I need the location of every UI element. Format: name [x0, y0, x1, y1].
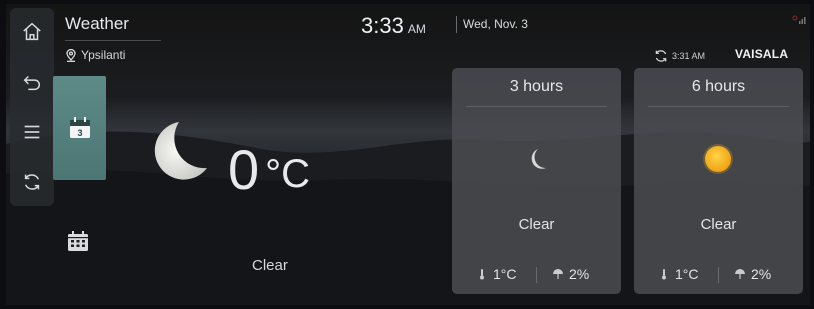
- current-temperature: 0 °C: [228, 142, 310, 200]
- current-condition: Clear: [252, 257, 288, 274]
- location-name: Ypsilanti: [81, 48, 126, 62]
- forecast-card-6h[interactable]: 6 hours Clear 1°C 2%: [634, 68, 803, 294]
- forecast-precip: 2%: [734, 266, 771, 282]
- current-temperature-value: 0: [228, 138, 260, 201]
- title-divider: [65, 40, 161, 41]
- forecast-temp-value: 1°C: [493, 266, 517, 282]
- details-divider: [536, 267, 537, 283]
- sync-icon: [655, 50, 667, 62]
- refresh-button[interactable]: [18, 168, 46, 196]
- home-icon: [23, 22, 41, 41]
- umbrella-icon: [553, 269, 563, 279]
- updated-time: 3:31 AM: [672, 51, 706, 61]
- clock-time: 3:33: [361, 13, 404, 38]
- home-button[interactable]: [18, 18, 46, 46]
- forecast-temp-value: 1°C: [675, 266, 699, 282]
- details-divider: [718, 267, 719, 283]
- forecast-period: 3 hours: [509, 78, 564, 95]
- moon-icon: [531, 149, 546, 169]
- daily-calendar-tile[interactable]: 3: [53, 76, 106, 180]
- clock: 3:33 AM: [361, 13, 426, 39]
- side-rail: [10, 8, 54, 206]
- clock-divider: [456, 16, 457, 33]
- sun-icon: [703, 144, 733, 174]
- provider-logo: VAISALA: [735, 47, 789, 61]
- weather-screen: Weather Ypsilanti 3:33 AM Wed, Nov. 3 3:…: [6, 4, 810, 305]
- forecast-details: 1°C 2%: [634, 264, 803, 286]
- thermometer-icon: [662, 269, 666, 280]
- temperature-unit: °C: [265, 152, 311, 196]
- back-icon: [23, 75, 40, 91]
- card-divider: [466, 106, 607, 107]
- location-pin-icon: [66, 48, 76, 62]
- thermometer-icon: [480, 269, 484, 280]
- forecast-precip-value: 2%: [569, 266, 590, 282]
- forecast-card-3h[interactable]: 3 hours Clear 1°C 2%: [452, 68, 621, 294]
- forecast-precip: 2%: [552, 266, 589, 282]
- menu-icon: [24, 125, 40, 139]
- location-label[interactable]: Ypsilanti: [65, 48, 125, 62]
- forecast-temp: 1°C: [658, 266, 699, 282]
- last-updated: 3:31 AM: [653, 48, 705, 64]
- forecast-condition: Clear: [700, 216, 737, 233]
- app-title: Weather: [65, 14, 129, 33]
- back-button[interactable]: [18, 68, 46, 96]
- refresh-icon: [24, 174, 40, 190]
- forecast-details: 1°C 2%: [452, 264, 621, 286]
- forecast-period: 6 hours: [691, 78, 746, 95]
- clock-ampm: AM: [407, 22, 426, 36]
- forecast-precip-value: 2%: [751, 266, 772, 282]
- weekly-calendar-icon[interactable]: [66, 229, 90, 253]
- clock-date: Wed, Nov. 3: [463, 17, 528, 31]
- umbrella-icon: [735, 269, 745, 279]
- calendar-icon: 3: [69, 117, 90, 138]
- forecast-condition: Clear: [518, 216, 555, 233]
- moon-icon: [154, 122, 207, 180]
- card-divider: [648, 106, 789, 107]
- calendar-day: 3: [77, 128, 82, 138]
- menu-button[interactable]: [18, 118, 46, 146]
- forecast-temp: 1°C: [476, 266, 517, 282]
- signal-icon: [792, 15, 806, 24]
